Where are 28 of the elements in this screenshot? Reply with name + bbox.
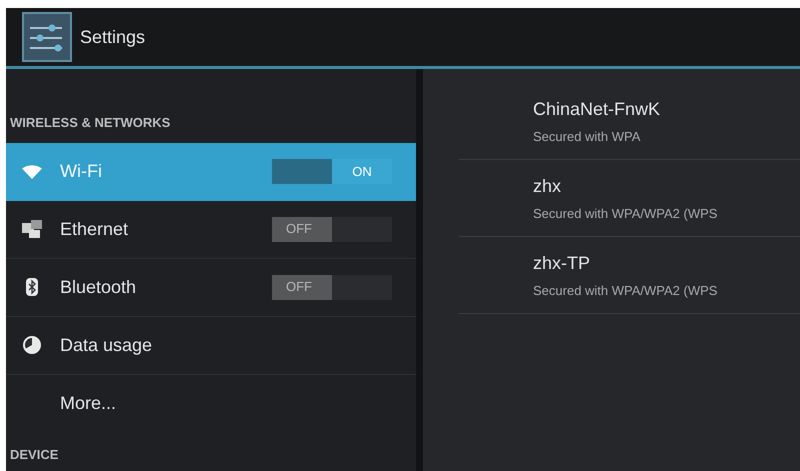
settings-item[interactable]: Bluetooth OFF bbox=[6, 258, 416, 316]
network-status: Secured with WPA bbox=[533, 128, 640, 146]
network-name: zhx-TP bbox=[533, 252, 590, 275]
settings-item[interactable]: More... bbox=[6, 374, 416, 432]
settings-item[interactable]: Ethernet OFF bbox=[6, 200, 416, 258]
bluetooth-icon bbox=[26, 278, 38, 296]
network-status: Secured with WPA/WPA2 (WPS bbox=[533, 204, 718, 223]
item-label: More... bbox=[60, 392, 118, 415]
sliders-icon[interactable] bbox=[22, 12, 72, 62]
switch-label: OFF bbox=[272, 274, 332, 300]
pie-icon bbox=[23, 336, 41, 354]
network-name: zhx bbox=[533, 174, 562, 198]
settings-item[interactable]: Data usage bbox=[6, 316, 416, 374]
network-status: Secured with WPA/WPA2 (WPS bbox=[533, 282, 718, 300]
section-header: DEVICE bbox=[9, 446, 60, 464]
switch-label: ON bbox=[332, 159, 392, 184]
network-name: ChinaNet-FnwK bbox=[533, 98, 660, 121]
toggle-switch[interactable]: OFF bbox=[272, 216, 392, 242]
section-header: WIRELESS & NETWORKS bbox=[9, 114, 172, 132]
switch-label: OFF bbox=[272, 216, 332, 242]
item-label: Wi-Fi bbox=[60, 160, 103, 183]
app-title: Settings bbox=[80, 26, 146, 49]
wifi-icon bbox=[22, 164, 42, 178]
item-label: Data usage bbox=[60, 334, 154, 357]
item-label: Bluetooth bbox=[60, 276, 138, 298]
item-label: Ethernet bbox=[60, 218, 130, 240]
toggle-switch[interactable]: OFF bbox=[272, 274, 392, 300]
network-icon bbox=[22, 220, 42, 238]
